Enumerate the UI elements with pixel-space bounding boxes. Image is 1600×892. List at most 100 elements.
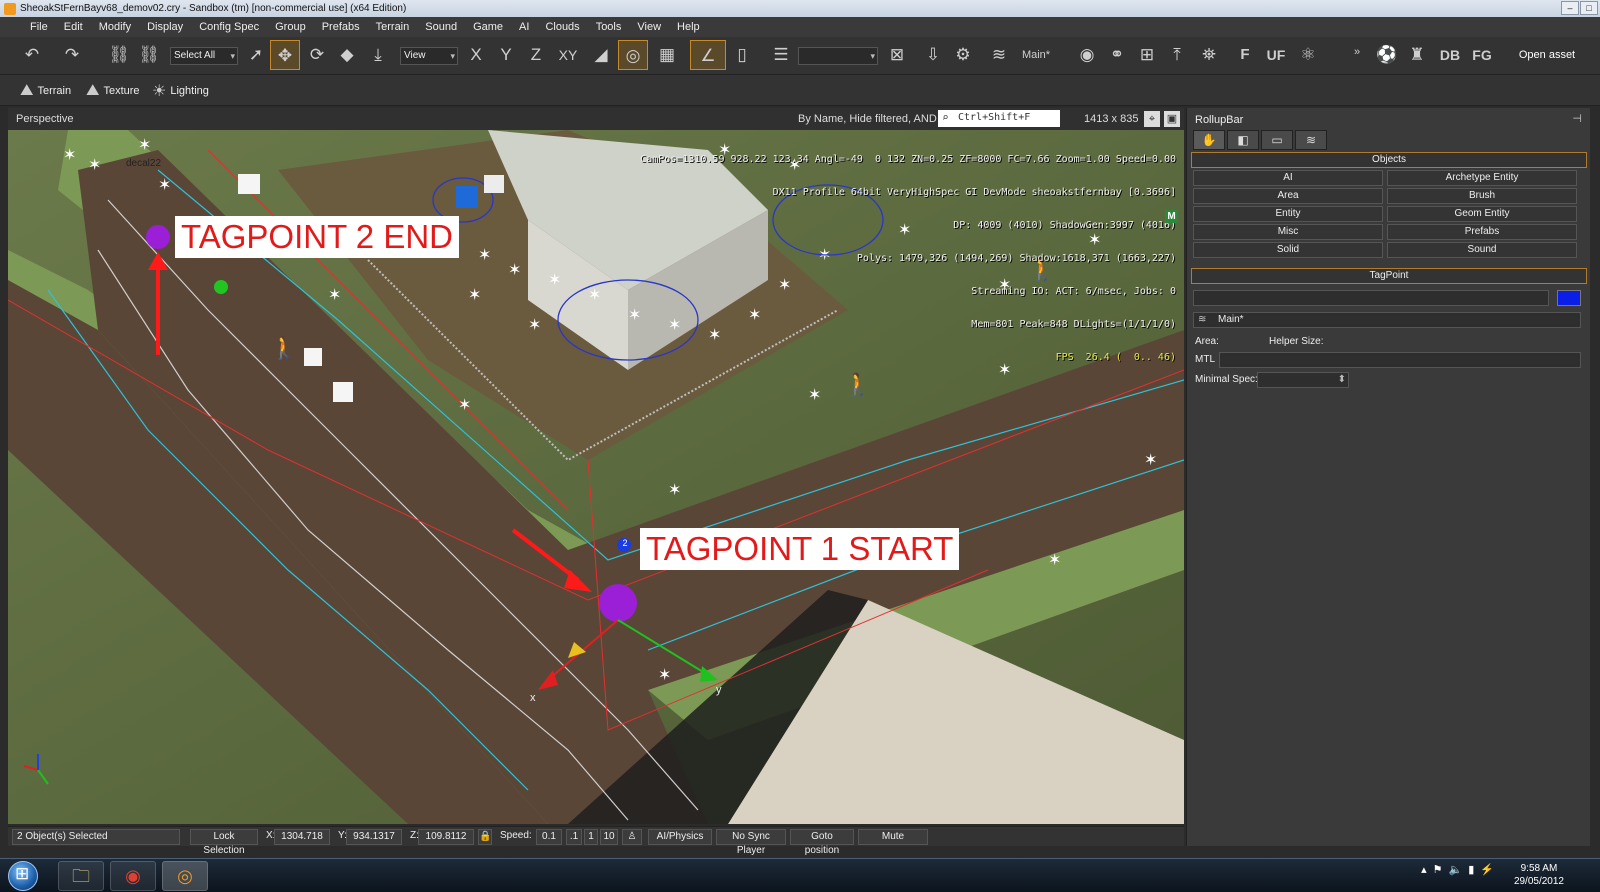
axis-y-button[interactable]: Y	[494, 40, 518, 70]
object-sound-button[interactable]: Sound	[1387, 242, 1577, 258]
network-icon[interactable]: ▮	[1468, 863, 1474, 876]
reference-coord-combo[interactable]: View	[400, 47, 458, 65]
explorer-icon[interactable]: 🗀	[58, 861, 104, 891]
menu-terrain[interactable]: Terrain	[368, 21, 418, 33]
lock-coords-icon[interactable]: 🔒	[478, 829, 492, 845]
scale-icon[interactable]: ◆	[334, 40, 360, 70]
z-coord-input[interactable]: 109.8112	[418, 829, 474, 845]
object-entity-button[interactable]: Entity	[1193, 206, 1383, 222]
uf-button[interactable]: UF	[1262, 40, 1290, 70]
lighting-tool-button[interactable]: ☀ Lighting	[152, 80, 209, 102]
maximize-button[interactable]: □	[1580, 1, 1598, 15]
layers-icon[interactable]: ≋	[986, 40, 1012, 70]
ai-physics-button[interactable]: AI/Physics	[648, 829, 712, 845]
drop-to-terrain-icon[interactable]: ⤓	[364, 40, 392, 70]
menu-file[interactable]: File	[22, 21, 56, 33]
tab-modify-icon[interactable]: ◧	[1227, 130, 1259, 150]
minimal-spec-select[interactable]: ⬍	[1257, 372, 1349, 388]
no-sync-player-button[interactable]: No Sync Player	[716, 829, 786, 856]
maximize-viewport-icon[interactable]: ▣	[1164, 111, 1180, 127]
delete-selection-icon[interactable]: ⊠	[884, 40, 910, 70]
menu-help[interactable]: Help	[669, 21, 708, 33]
y-coord-input[interactable]: 934.1317	[346, 829, 402, 845]
volume-icon[interactable]: 🔈	[1449, 863, 1463, 876]
atom-icon[interactable]: ⚛	[1294, 40, 1322, 70]
axis-x-button[interactable]: X	[464, 40, 488, 70]
vehicle-icon[interactable]: ⚙	[950, 40, 976, 70]
select-filter-combo[interactable]: Select All	[170, 47, 238, 65]
speed-preset-1[interactable]: 1	[584, 829, 598, 845]
ruler-icon[interactable]: ▯	[734, 40, 750, 70]
undo-icon[interactable]: ↶	[20, 40, 44, 70]
menu-modify[interactable]: Modify	[91, 21, 139, 33]
viewport-filter-label[interactable]: By Name, Hide filtered, AND	[798, 113, 937, 125]
object-area-button[interactable]: Area	[1193, 188, 1383, 204]
speed-preset-10[interactable]: 10	[600, 829, 618, 845]
menu-tools[interactable]: Tools	[588, 21, 630, 33]
goto-position-button[interactable]: Goto position	[790, 829, 854, 856]
mute-button[interactable]: Mute	[858, 829, 928, 845]
menu-group[interactable]: Group	[267, 21, 314, 33]
f-button[interactable]: F	[1232, 40, 1258, 70]
menu-view[interactable]: View	[629, 21, 669, 33]
object-brush-button[interactable]: Brush	[1387, 188, 1577, 204]
soccer-ball-icon[interactable]: ⚽	[1374, 40, 1400, 70]
object-prefabs-button[interactable]: Prefabs	[1387, 224, 1577, 240]
menu-edit[interactable]: Edit	[56, 21, 91, 33]
character-icon[interactable]: ♜	[1404, 40, 1430, 70]
start-button[interactable]	[8, 861, 38, 891]
object-misc-button[interactable]: Misc	[1193, 224, 1383, 240]
tab-create-icon[interactable]: ✋	[1193, 130, 1225, 150]
pin-icon[interactable]: ⊣	[1572, 112, 1582, 125]
redo-icon[interactable]: ↷	[60, 40, 84, 70]
tagpoint-panel-header[interactable]: TagPoint	[1191, 268, 1587, 284]
object-archetype-entity-button[interactable]: Archetype Entity	[1387, 170, 1577, 186]
db-button[interactable]: DB	[1436, 40, 1464, 70]
fg-button[interactable]: FG	[1468, 40, 1496, 70]
objects-panel-header[interactable]: Objects	[1191, 152, 1587, 168]
rotate-icon[interactable]: ⟳	[304, 40, 330, 70]
object-geom-entity-button[interactable]: Geom Entity	[1387, 206, 1577, 222]
geometry-icon[interactable]: ⛯	[1194, 40, 1224, 70]
selection-list-icon[interactable]: ☰	[768, 40, 794, 70]
viewport-type-label[interactable]: Perspective	[16, 113, 73, 125]
layer-selector[interactable]: ≋ Main*	[1193, 312, 1581, 328]
overflow-button[interactable]: »	[1350, 37, 1364, 67]
person-icon[interactable]: ♙	[622, 829, 642, 845]
power-icon[interactable]: ⚡	[1480, 863, 1494, 876]
tab-layers-icon[interactable]: ≋	[1295, 130, 1327, 150]
menu-sound[interactable]: Sound	[417, 21, 465, 33]
menu-game[interactable]: Game	[465, 21, 511, 33]
object-color-swatch[interactable]	[1557, 290, 1581, 306]
action-center-icon[interactable]: ⚑	[1433, 863, 1443, 876]
texture-tool-button[interactable]: ⛰ Texture	[86, 80, 140, 102]
speed-preset-01[interactable]: .1	[566, 829, 582, 845]
system-clock[interactable]: 9:58 AM 29/05/2012	[1514, 862, 1564, 888]
object-snap-icon[interactable]: ◎	[618, 40, 648, 70]
open-asset-browser-button[interactable]: Open asset browser	[1500, 40, 1594, 91]
link-icon[interactable]: ⛓	[106, 40, 132, 70]
object-ai-button[interactable]: AI	[1193, 170, 1383, 186]
menu-ai[interactable]: AI	[511, 21, 537, 33]
menu-config-spec[interactable]: Config Spec	[191, 21, 267, 33]
axis-xy-button[interactable]: XY	[554, 40, 582, 70]
grid-tool-icon[interactable]: ⊞	[1134, 40, 1160, 70]
perspective-viewport[interactable]: ✶ ✶ ✶ ✶ ✶ ✶ ✶ ✶ ✶ ✶ ✶ ✶ ✶ ✶ ✶ ✶ ✶ ✶ ✶ ✶ ✶ ✶ ✶ ✶ ✶ ✶ ✶…	[8, 130, 1184, 824]
angle-snap-icon[interactable]: ∠	[690, 40, 726, 70]
object-name-input[interactable]	[1193, 290, 1549, 306]
tab-display-icon[interactable]: ▭	[1261, 130, 1293, 150]
camera-options-icon[interactable]: ⌖	[1144, 111, 1160, 127]
ai-point-icon[interactable]: ◉	[1074, 40, 1100, 70]
minimize-button[interactable]: –	[1561, 1, 1579, 15]
select-arrow-icon[interactable]: ➚	[244, 40, 268, 70]
export-icon[interactable]: ⤒	[1164, 40, 1190, 70]
menu-prefabs[interactable]: Prefabs	[314, 21, 368, 33]
mtl-input[interactable]	[1219, 352, 1581, 368]
viewport-search-input[interactable]: ⌕ Ctrl+Shift+F	[938, 110, 1060, 127]
named-selection-combo[interactable]	[798, 47, 878, 65]
x-coord-input[interactable]: 1304.718	[274, 829, 330, 845]
axis-z-button[interactable]: Z	[524, 40, 548, 70]
unlink-icon[interactable]: ⛓	[136, 40, 162, 70]
sandbox-taskbar-icon[interactable]: ◎	[162, 861, 208, 891]
move-icon[interactable]: ✥	[270, 40, 300, 70]
